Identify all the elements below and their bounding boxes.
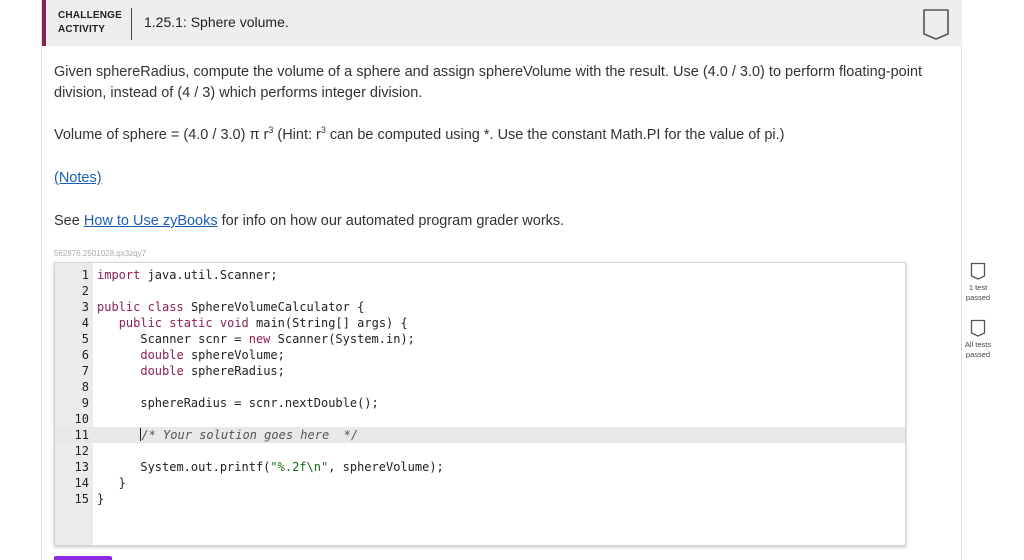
formula-part-1: Volume of sphere = (4.0 / 3.0) π r: [54, 127, 269, 143]
code-text[interactable]: public static void main(String[] args) {: [97, 315, 408, 331]
code-line[interactable]: 5 Scanner scnr = new Scanner(System.in);: [55, 331, 905, 347]
how-to-use-zybooks-link[interactable]: How to Use zyBooks: [84, 213, 218, 229]
line-number: 2: [81, 284, 89, 298]
formula-part-2: (Hint: r: [273, 127, 321, 143]
line-number: 15: [74, 492, 89, 506]
line-number: 8: [81, 380, 89, 394]
test-status-icon: [970, 319, 986, 337]
code-text[interactable]: sphereRadius = scnr.nextDouble();: [97, 395, 378, 411]
line-number: 1: [81, 268, 89, 282]
formula-part-3: can be computed using *. Use the constan…: [325, 127, 785, 143]
grader-info-prefix: See: [54, 213, 84, 229]
code-line[interactable]: 3 public class SphereVolumeCalculator {: [55, 299, 905, 315]
code-line[interactable]: 13 System.out.printf("%.2f\n", sphereVol…: [55, 459, 905, 475]
line-number: 11: [74, 428, 89, 442]
badge-line-2: ACTIVITY: [58, 24, 106, 35]
notes-link-row: (Notes): [54, 168, 102, 189]
notes-link[interactable]: (Notes): [54, 170, 102, 186]
activity-title: 1.25.1: Sphere volume.: [144, 14, 289, 30]
activity-reference-id: 562876.2501028.qx3zqy7: [54, 249, 147, 258]
header-divider: [131, 8, 132, 40]
grader-info-suffix: for info on how our automated program gr…: [217, 213, 565, 229]
test-status-2: All tests passed: [960, 319, 996, 360]
completion-status-icon: [923, 9, 949, 40]
code-text[interactable]: double sphereRadius;: [97, 363, 285, 379]
code-line[interactable]: 14 }: [55, 475, 905, 491]
line-number: 4: [81, 316, 89, 330]
line-number: 12: [74, 444, 89, 458]
test-status-1: 1 test passed: [960, 262, 996, 303]
code-text[interactable]: System.out.printf("%.2f\n", sphereVolume…: [97, 459, 443, 475]
submit-button-edge[interactable]: [54, 556, 112, 560]
code-line[interactable]: 15}: [55, 491, 905, 507]
line-number: 7: [81, 364, 89, 378]
test-status-icon: [970, 262, 986, 280]
test-status-label: 1 test passed: [965, 283, 991, 302]
test-status-label: All tests passed: [964, 340, 992, 359]
line-number: 14: [74, 476, 89, 490]
code-text[interactable]: }: [97, 475, 126, 491]
line-number: 6: [81, 348, 89, 362]
code-line[interactable]: 1 import java.util.Scanner;: [55, 267, 905, 283]
activity-type-badge: CHALLENGE ACTIVITY: [58, 9, 124, 37]
code-line[interactable]: 8: [55, 379, 905, 395]
code-editor[interactable]: 1 import java.util.Scanner; 2 3 public class…: [54, 262, 906, 546]
code-text[interactable]: Scanner scnr = new Scanner(System.in);: [97, 331, 415, 347]
challenge-activity-card: CHALLENGE ACTIVITY 1.25.1: Sphere volume…: [41, 0, 991, 560]
badge-line-1: CHALLENGE: [58, 10, 123, 21]
line-number: 9: [81, 396, 89, 410]
prompt-formula: Volume of sphere = (4.0 / 3.0) π r3 (Hin…: [54, 125, 924, 146]
code-line[interactable]: 7 double sphereRadius;: [55, 363, 905, 379]
code-line[interactable]: 10: [55, 411, 905, 427]
code-line[interactable]: 4 public static void main(String[] args)…: [55, 315, 905, 331]
code-text[interactable]: }: [97, 491, 104, 507]
code-line[interactable]: 9 sphereRadius = scnr.nextDouble();: [55, 395, 905, 411]
code-line[interactable]: 6 double sphereVolume;: [55, 347, 905, 363]
code-text[interactable]: /* Your solution goes here */: [97, 427, 358, 443]
code-text[interactable]: import java.util.Scanner;: [97, 267, 278, 283]
line-number: 13: [74, 460, 89, 474]
code-text[interactable]: double sphereVolume;: [97, 347, 285, 363]
line-number: 5: [81, 332, 89, 346]
code-line[interactable]: 2: [55, 283, 905, 299]
code-text[interactable]: public class SphereVolumeCalculator {: [97, 299, 364, 315]
code-line[interactable]: 11 /* Your solution goes here */: [55, 427, 905, 443]
grader-info: See How to Use zyBooks for info on how o…: [54, 211, 564, 232]
line-number: 10: [74, 412, 89, 426]
prompt-instructions: Given sphereRadius, compute the volume o…: [54, 64, 923, 101]
code-line[interactable]: 12: [55, 443, 905, 459]
activity-header: CHALLENGE ACTIVITY 1.25.1: Sphere volume…: [42, 0, 962, 46]
line-number: 3: [81, 300, 89, 314]
